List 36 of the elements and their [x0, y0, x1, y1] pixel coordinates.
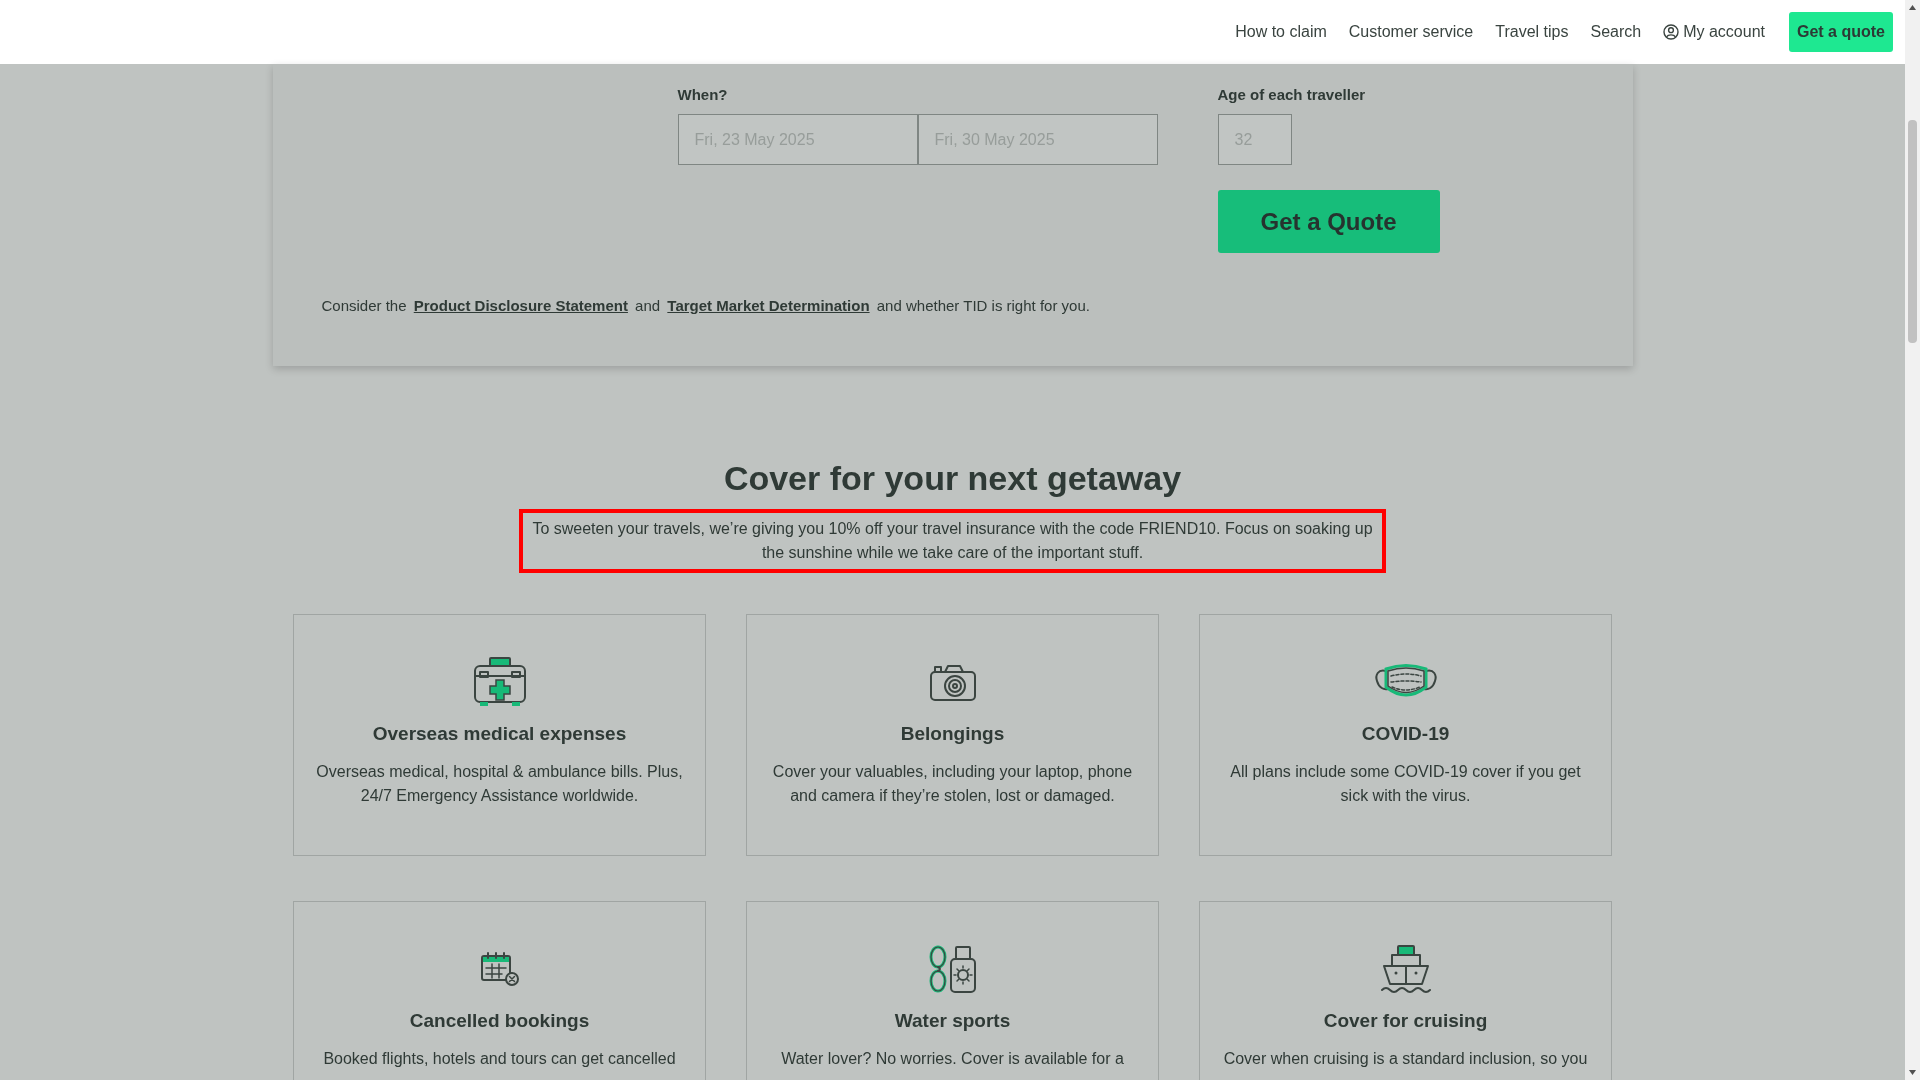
nav-link[interactable]: How to claim — [1235, 23, 1327, 41]
document-link[interactable]: Product Disclosure Statement — [413, 297, 628, 314]
glasses-and-bottle-icon — [928, 944, 977, 994]
card-title: Belongings — [900, 722, 1005, 746]
card-title: Overseas medical expenses — [372, 722, 627, 746]
get-quote-button[interactable]: Get a Quote — [1217, 190, 1440, 253]
calendar-icon — [479, 951, 520, 987]
arrow-down-icon[interactable] — [1909, 1070, 1916, 1075]
ship-icon — [1379, 943, 1432, 995]
card-description: Cover when cruising is a standard inclusion, so you — [1223, 1049, 1588, 1069]
card-description: Booked flights, hotels and tours can get cancelled — [323, 1049, 676, 1069]
card-description: Cover your valuables, including your laptop, phone and camera if they’re stolen, lost or damaged. — [771, 762, 1134, 806]
first-aid-kit-icon — [471, 656, 528, 708]
document-link[interactable]: Target Market Determination — [667, 297, 870, 314]
field-label: Age of each traveller — [1217, 86, 1366, 104]
arrow-up-icon[interactable] — [1909, 5, 1916, 10]
card-title: Water sports — [894, 1009, 1011, 1033]
card-title: COVID-19 — [1361, 722, 1450, 746]
camera-icon — [928, 662, 977, 702]
promo-text: To sweeten your travels, we’re giving you 10% off your travel insurance with the code FRIEND10. Focus on soaking up the sunshine while we take care of the important stuff. — [519, 509, 1386, 573]
user-icon — [1663, 24, 1680, 40]
nav-link[interactable]: Travel tips — [1495, 23, 1569, 41]
scrollbar-thumb[interactable] — [1908, 120, 1917, 343]
card-title: Cover for cruising — [1323, 1009, 1488, 1033]
card-description: All plans include some COVID-19 cover if you get sick with the virus. — [1229, 762, 1582, 806]
card-description: Overseas medical, hospital & ambulance bills. Plus, 24/7 Emergency Assistance worldwide. — [315, 762, 684, 806]
scrollbar-track[interactable] — [1905, 0, 1920, 1080]
card-description: Water lover? No worries. Cover is available for a — [781, 1049, 1124, 1069]
nav-link[interactable]: Search — [1590, 23, 1642, 41]
section-heading: Cover for your next getaway — [723, 458, 1182, 499]
nav-link[interactable]: Customer service — [1348, 23, 1474, 41]
field-label: When? — [677, 86, 728, 104]
card-title: Cancelled bookings — [409, 1009, 590, 1033]
account-link[interactable]: My account — [1663, 23, 1765, 41]
get-quote-button[interactable]: Get a quote — [1789, 12, 1893, 52]
disclaimer-text: Consider the Product Disclosure Statement and Target Market Determination and whether TID is right for you. — [321, 296, 1090, 316]
